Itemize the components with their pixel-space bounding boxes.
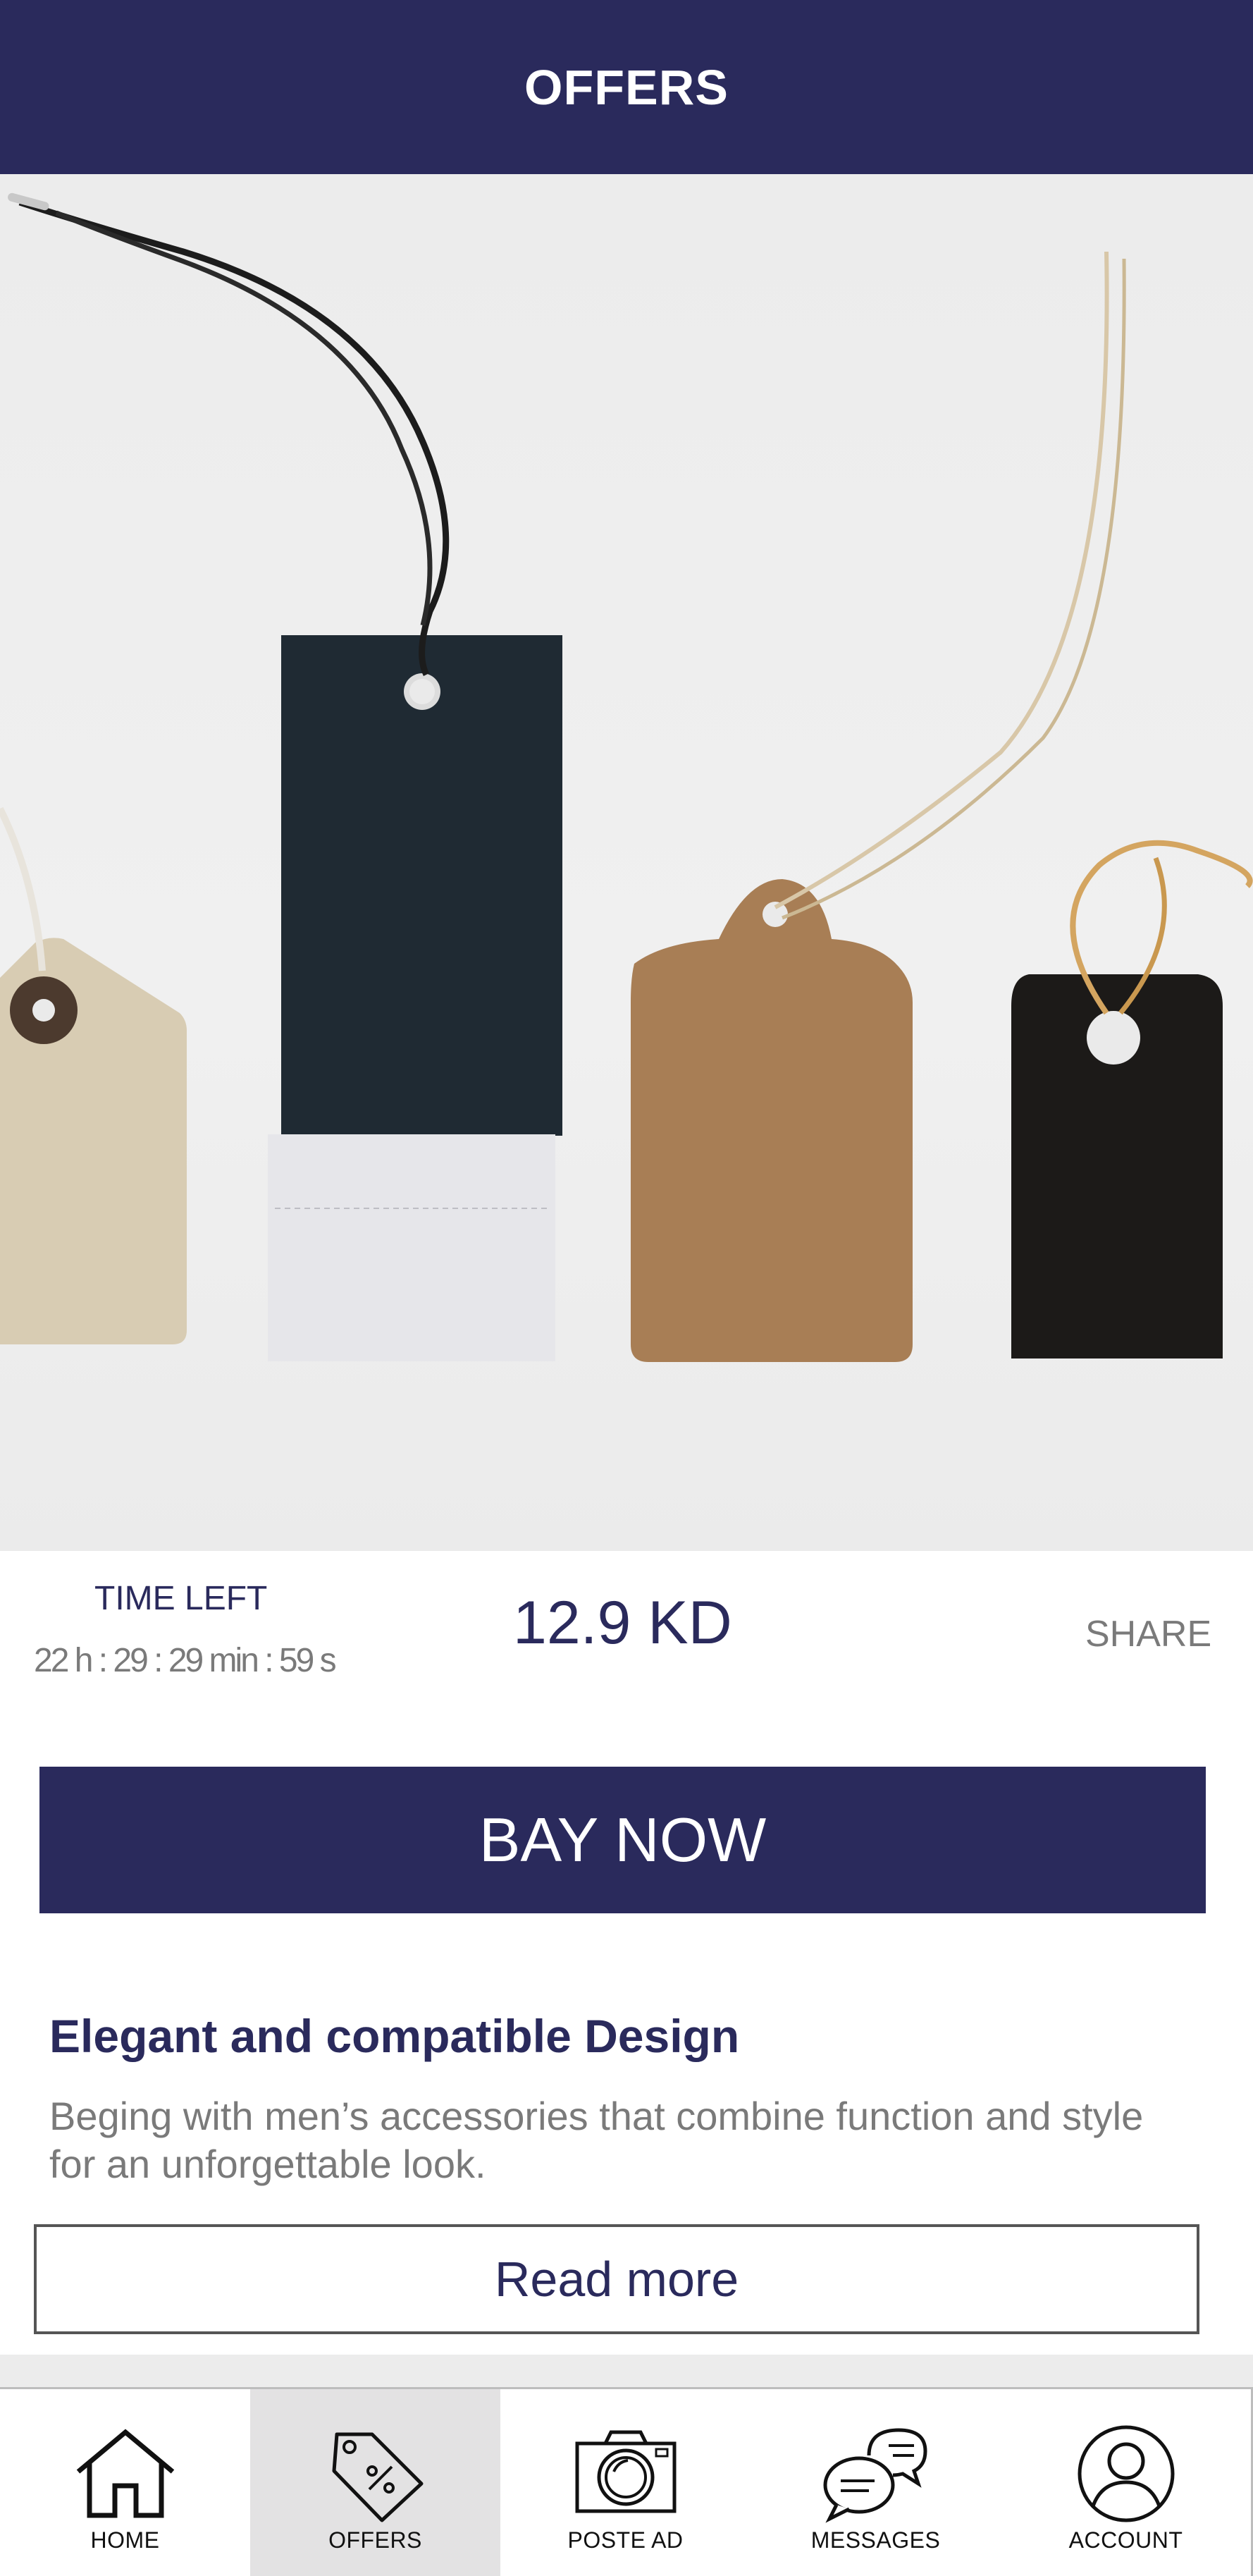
tab-account[interactable]: ACCOUNT xyxy=(1001,2389,1251,2576)
page-title: OFFERS xyxy=(524,59,729,115)
tab-poste-ad[interactable]: POSTE AD xyxy=(500,2389,751,2576)
read-more-button[interactable]: Read more xyxy=(34,2224,1199,2334)
tab-label: POSTE AD xyxy=(567,2527,684,2553)
offer-info-row: TIME LEFT 22 h : 29 : 29 min : 59 s 12.9… xyxy=(0,1551,1253,1727)
home-icon xyxy=(69,2424,182,2523)
tab-offers[interactable]: OFFERS xyxy=(250,2389,500,2576)
offer-description: Beging with men’s accessories that combi… xyxy=(49,2094,1144,2186)
share-button[interactable]: SHARE xyxy=(1085,1613,1211,1655)
section-divider xyxy=(0,2355,1253,2387)
bottom-tab-bar: HOME OFFERS POSTE AD MESSAGES ACCOUNT xyxy=(0,2387,1253,2576)
tab-label: ACCOUNT xyxy=(1068,2527,1183,2553)
app-header: OFFERS xyxy=(0,0,1253,174)
user-icon xyxy=(1070,2424,1183,2523)
time-left-label: TIME LEFT xyxy=(94,1580,268,1617)
tab-label: MESSAGES xyxy=(810,2527,941,2553)
offer-hero-image xyxy=(0,174,1253,1551)
camera-icon xyxy=(569,2424,682,2523)
price-tags-photo xyxy=(0,192,1253,1362)
countdown-timer: 22 h : 29 : 29 min : 59 s xyxy=(34,1642,337,1679)
buy-now-button[interactable]: BAY NOW xyxy=(39,1767,1206,1913)
tab-messages[interactable]: MESSAGES xyxy=(751,2389,1001,2576)
offer-price: 12.9 KD xyxy=(513,1589,732,1657)
chat-bubbles-icon xyxy=(820,2424,932,2523)
tab-label: HOME xyxy=(90,2527,160,2553)
price-tag-icon xyxy=(319,2424,432,2523)
tab-label: OFFERS xyxy=(328,2527,422,2553)
tab-home[interactable]: HOME xyxy=(0,2389,250,2576)
offer-title: Elegant and compatible Design xyxy=(49,2010,740,2062)
